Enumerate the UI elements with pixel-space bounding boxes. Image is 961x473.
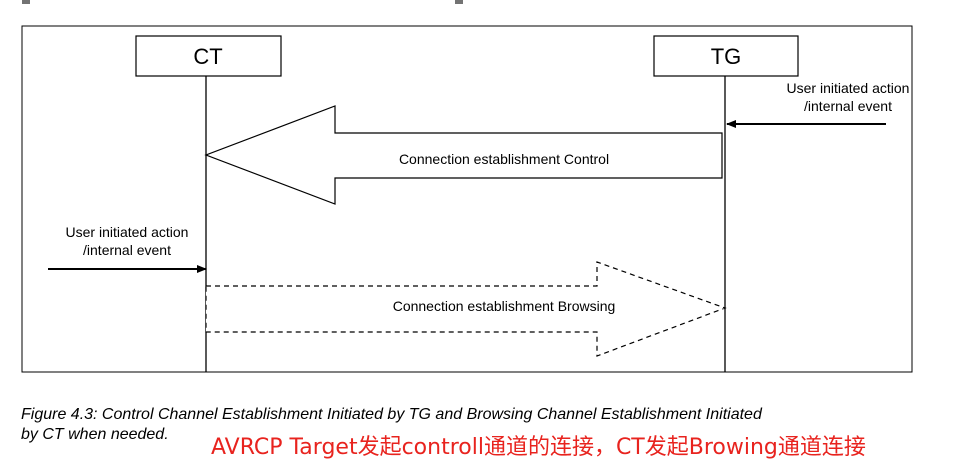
tg-entity: TG xyxy=(653,35,799,77)
annotation-note: AVRCP Target发起controll通道的连接，CT发起Browing通… xyxy=(211,435,866,460)
control-arrow-label: Connection establishment Control xyxy=(399,151,609,167)
sequence-diagram: CT TG User initiated action /internal ev… xyxy=(0,0,961,373)
caption-line-1: Figure 4.3: Control Channel Establishmen… xyxy=(21,406,762,423)
cropped-top-glyph xyxy=(22,0,30,4)
figure-stage: CT TG User initiated action /internal ev… xyxy=(0,0,961,473)
browsing-arrow-label: Connection establishment Browsing xyxy=(393,298,616,314)
cropped-top-glyph xyxy=(455,0,463,4)
tg-event-label-line2: /internal event xyxy=(804,98,892,114)
ct-event-label-line1: User initiated action xyxy=(66,224,189,240)
ct-event-label-line2: /internal event xyxy=(83,242,171,258)
control-block-arrow: Connection establishment Control xyxy=(204,105,723,205)
ct-entity: CT xyxy=(135,35,282,77)
browsing-block-arrow: Connection establishment Browsing xyxy=(205,261,727,357)
tg-event-label-line1: User initiated action xyxy=(787,80,910,96)
tg-label: TG xyxy=(711,44,742,69)
cropped-top-text xyxy=(0,0,961,6)
ct-label: CT xyxy=(193,44,222,69)
